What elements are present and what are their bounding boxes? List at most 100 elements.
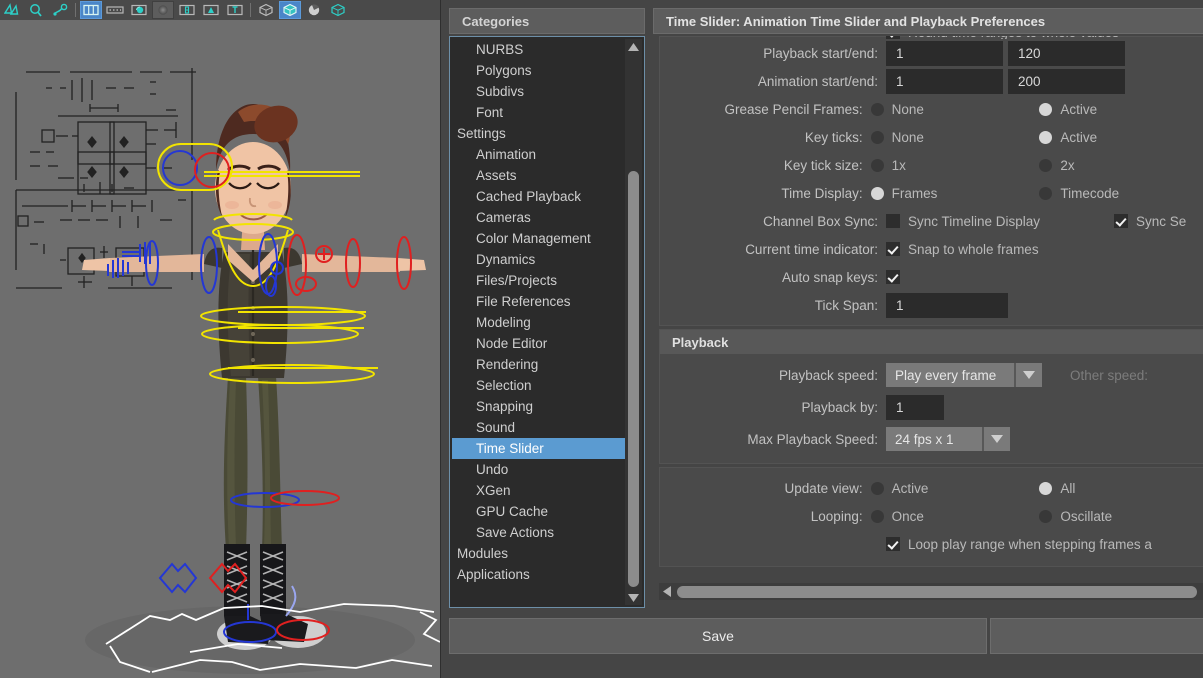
update-view-all-radio-option[interactable]: All xyxy=(1039,481,1197,496)
category-item-dynamics[interactable]: Dynamics xyxy=(452,249,625,270)
snap-to-curve-icon[interactable] xyxy=(200,1,222,19)
chevron-down-icon[interactable] xyxy=(1014,363,1042,387)
playback-start-input[interactable]: 1 xyxy=(886,41,1003,66)
category-item-applications[interactable]: Applications xyxy=(452,564,625,585)
key-ticks-none-radio-option[interactable]: None xyxy=(871,130,1040,145)
playback-speed-value[interactable]: Play every frame xyxy=(886,363,1014,387)
animation-end-input[interactable]: 200 xyxy=(1008,69,1125,94)
settings-horizontal-scrollbar[interactable] xyxy=(659,583,1203,600)
viewport-3d-scene[interactable] xyxy=(0,20,445,678)
wireframe-shade-icon[interactable] xyxy=(327,1,349,19)
time-display-row: Time Display: Frames Timecode xyxy=(666,179,1197,207)
max-playback-speed-value[interactable]: 24 fps x 1 xyxy=(886,427,982,451)
category-item-sound[interactable]: Sound xyxy=(452,417,625,438)
category-item-modules[interactable]: Modules xyxy=(452,543,625,564)
key-ticks-active-radio[interactable] xyxy=(1039,131,1052,144)
category-item-assets[interactable]: Assets xyxy=(452,165,625,186)
category-item-time-slider[interactable]: Time Slider xyxy=(452,438,625,459)
category-item-cached-playback[interactable]: Cached Playback xyxy=(452,186,625,207)
auto-snap-keys-checkbox[interactable] xyxy=(886,270,900,284)
category-item-gpu-cache[interactable]: GPU Cache xyxy=(452,501,625,522)
category-item-file-references[interactable]: File References xyxy=(452,291,625,312)
looping-once-radio-option[interactable]: Once xyxy=(871,509,1040,524)
select-tool-icon[interactable] xyxy=(1,1,23,19)
category-item-subdivs[interactable]: Subdivs xyxy=(452,81,625,102)
round-time-ranges-checkbox[interactable] xyxy=(886,36,900,39)
playback-end-input[interactable]: 120 xyxy=(1008,41,1125,66)
category-item-settings[interactable]: Settings xyxy=(452,123,625,144)
scale-tool-icon[interactable] xyxy=(128,1,150,19)
time-display-frames-radio[interactable] xyxy=(871,187,884,200)
category-item-polygons[interactable]: Polygons xyxy=(452,60,625,81)
category-item-rendering[interactable]: Rendering xyxy=(452,354,625,375)
key-tick-size-1x-radio[interactable] xyxy=(871,159,884,172)
key-ticks-active-radio-option[interactable]: Active xyxy=(1039,130,1197,145)
scroll-up-arrow-icon[interactable] xyxy=(625,39,642,54)
category-item-save-actions[interactable]: Save Actions xyxy=(452,522,625,543)
time-display-timecode-radio-option[interactable]: Timecode xyxy=(1039,186,1197,201)
playback-by-input[interactable]: 1 xyxy=(886,395,944,420)
chevron-down-icon-2[interactable] xyxy=(982,427,1010,451)
category-item-modeling[interactable]: Modeling xyxy=(452,312,625,333)
key-ticks-none-radio[interactable] xyxy=(871,131,884,144)
key-tick-size-2x-radio-option[interactable]: 2x xyxy=(1039,158,1197,173)
looping-oscillate-radio-option[interactable]: Oscillate xyxy=(1039,509,1197,524)
xray-shading-icon[interactable] xyxy=(255,1,277,19)
time-display-frames-radio-option[interactable]: Frames xyxy=(871,186,1040,201)
snap-to-whole-frames-checkbox[interactable] xyxy=(886,242,900,256)
key-tick-size-1x-radio-option[interactable]: 1x xyxy=(871,158,1040,173)
category-item-color-management[interactable]: Color Management xyxy=(452,228,625,249)
looping-oscillate-radio[interactable] xyxy=(1039,510,1052,523)
category-item-snapping[interactable]: Snapping xyxy=(452,396,625,417)
playback-speed-combo[interactable]: Play every frame xyxy=(886,363,1042,387)
grease-pencil-none-radio-option[interactable]: None xyxy=(871,102,1040,117)
category-item-xgen[interactable]: XGen xyxy=(452,480,625,501)
categories-list[interactable]: NURBSPolygonsSubdivsFontSettingsAnimatio… xyxy=(449,36,645,608)
update-view-all-radio[interactable] xyxy=(1039,482,1052,495)
rotate-tool-icon[interactable] xyxy=(104,1,126,19)
key-tick-size-2x-radio[interactable] xyxy=(1039,159,1052,172)
snap-to-point-icon[interactable] xyxy=(224,1,246,19)
save-button[interactable]: Save xyxy=(449,618,987,654)
looping-once-radio[interactable] xyxy=(871,510,884,523)
grease-pencil-active-radio[interactable] xyxy=(1039,103,1052,116)
hscrollbar-thumb[interactable] xyxy=(677,586,1197,598)
category-item-font[interactable]: Font xyxy=(452,102,625,123)
category-item-animation[interactable]: Animation xyxy=(452,144,625,165)
soft-select-icon[interactable] xyxy=(152,1,174,19)
category-item-files-projects[interactable]: Files/Projects xyxy=(452,270,625,291)
sync-selection-option[interactable]: Sync Se xyxy=(1114,214,1186,229)
category-item-selection[interactable]: Selection xyxy=(452,375,625,396)
scroll-left-arrow-icon[interactable] xyxy=(659,583,675,600)
category-item-node-editor[interactable]: Node Editor xyxy=(452,333,625,354)
settings-scroll-area[interactable]: Round time ranges to whole values Playba… xyxy=(659,36,1203,587)
move-tool-icon[interactable] xyxy=(80,1,102,19)
category-item-undo[interactable]: Undo xyxy=(452,459,625,480)
loop-play-range-option[interactable]: Loop play range when stepping frames a xyxy=(886,537,1152,552)
lasso-select-icon[interactable] xyxy=(25,1,47,19)
max-playback-speed-combo[interactable]: 24 fps x 1 xyxy=(886,427,1010,451)
tick-span-input[interactable]: 1 xyxy=(886,293,1008,318)
sync-timeline-display-option[interactable]: Sync Timeline Display xyxy=(886,214,1068,229)
paint-select-icon[interactable] xyxy=(49,1,71,19)
categories-vertical-scrollbar[interactable] xyxy=(625,39,642,605)
smooth-shade-icon[interactable] xyxy=(279,1,301,19)
sync-timeline-display-checkbox[interactable] xyxy=(886,214,900,228)
sync-selection-checkbox[interactable] xyxy=(1114,214,1128,228)
hardware-texture-icon[interactable] xyxy=(303,1,325,19)
scrollbar-thumb[interactable] xyxy=(628,171,639,587)
show-manipulator-icon[interactable] xyxy=(176,1,198,19)
snap-to-whole-frames-option[interactable]: Snap to whole frames xyxy=(886,242,1039,257)
auto-snap-keys-option[interactable] xyxy=(886,270,900,284)
grease-pencil-none-radio[interactable] xyxy=(871,103,884,116)
scroll-down-arrow-icon[interactable] xyxy=(625,590,642,605)
update-view-active-radio[interactable] xyxy=(871,482,884,495)
animation-start-input[interactable]: 1 xyxy=(886,69,1003,94)
secondary-button[interactable] xyxy=(990,618,1203,654)
category-item-nurbs[interactable]: NURBS xyxy=(452,39,625,60)
grease-pencil-active-radio-option[interactable]: Active xyxy=(1039,102,1197,117)
update-view-active-radio-option[interactable]: Active xyxy=(871,481,1040,496)
loop-play-range-checkbox[interactable] xyxy=(886,537,900,551)
category-item-cameras[interactable]: Cameras xyxy=(452,207,625,228)
time-display-timecode-radio[interactable] xyxy=(1039,187,1052,200)
